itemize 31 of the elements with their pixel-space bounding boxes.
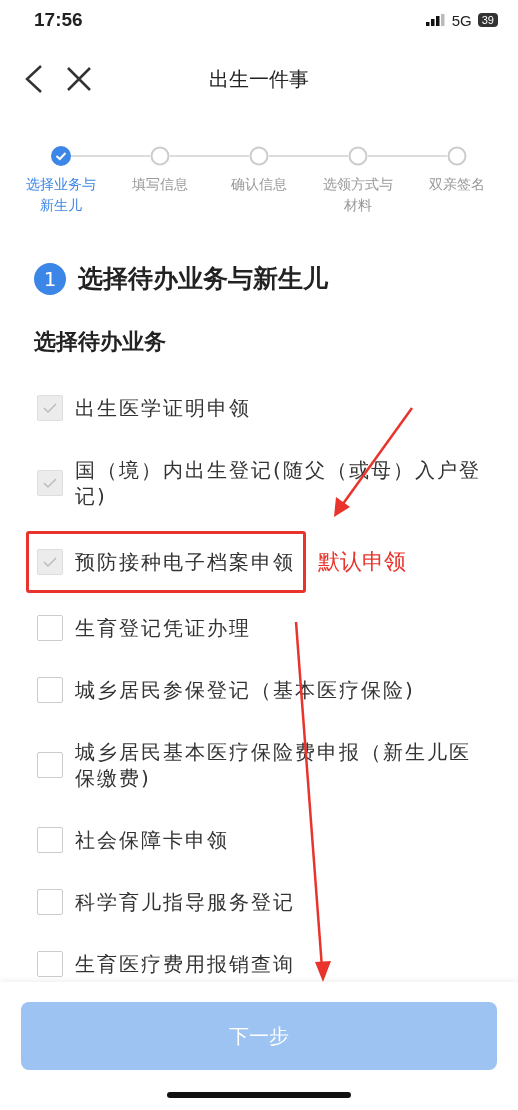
subheading: 选择待办业务 bbox=[33, 328, 167, 356]
checkbox[interactable] bbox=[37, 615, 63, 641]
step-label: 双亲签名 bbox=[427, 175, 486, 194]
check-icon bbox=[42, 556, 58, 568]
annotation-note: 默认申领 bbox=[318, 548, 406, 576]
step-label: 选择业务与新生儿 bbox=[26, 175, 97, 215]
option-label: 生育登记凭证办理 bbox=[75, 615, 251, 641]
signal-icon bbox=[425, 14, 446, 26]
check-icon bbox=[42, 402, 58, 414]
battery-level: 39 bbox=[477, 13, 498, 27]
checkbox[interactable] bbox=[37, 677, 63, 703]
step-label: 填写信息 bbox=[131, 175, 190, 194]
check-icon bbox=[42, 477, 58, 489]
option-label: 预防接种电子档案申领 bbox=[75, 549, 295, 575]
option-label: 社会保障卡申领 bbox=[75, 827, 229, 853]
step-number-badge: 1 bbox=[34, 262, 66, 295]
status-time: 17:56 bbox=[34, 9, 83, 31]
step-label: 确认信息 bbox=[230, 175, 288, 194]
option-label: 生育医疗费用报销查询 bbox=[75, 951, 295, 977]
step-label: 选领方式与材料 bbox=[322, 175, 393, 215]
checkbox[interactable] bbox=[37, 752, 63, 778]
section-title: 选择待办业务与新生儿 bbox=[78, 263, 328, 295]
checkbox[interactable] bbox=[37, 951, 63, 977]
network-label: 5G bbox=[451, 11, 472, 29]
back-icon[interactable] bbox=[24, 64, 44, 94]
close-icon[interactable] bbox=[66, 66, 92, 92]
checkbox[interactable] bbox=[37, 889, 63, 915]
option-label: 出生医学证明申领 bbox=[75, 395, 251, 421]
checkbox[interactable] bbox=[37, 827, 63, 853]
page-title: 出生一件事 bbox=[209, 65, 309, 93]
option-label: 科学育儿指导服务登记 bbox=[75, 889, 295, 915]
